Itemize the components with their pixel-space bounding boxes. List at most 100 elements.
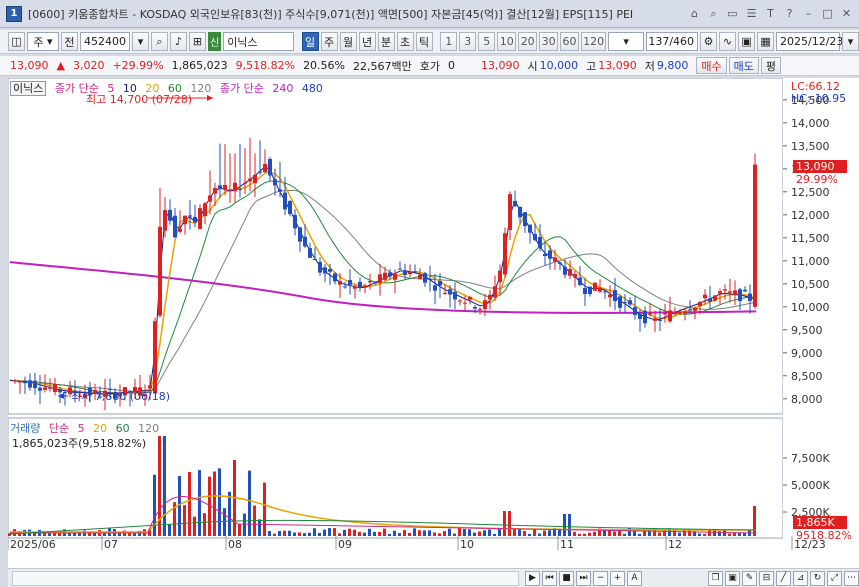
candle-body	[623, 302, 627, 304]
code-dropdown-icon[interactable]: ▾	[131, 32, 149, 51]
capture-icon[interactable]: ▣	[725, 570, 740, 586]
volume-bar	[378, 532, 381, 536]
price-volume-chart[interactable]: 14,50014,00013,50013,00012,50012,00011,5…	[8, 78, 859, 568]
candle-body	[748, 293, 752, 301]
candle-body	[43, 387, 47, 390]
line-tool-icon[interactable]: ╱	[776, 570, 791, 586]
sound-icon[interactable]: ♪	[169, 32, 187, 51]
ruler-icon[interactable]: ⊟	[759, 570, 774, 586]
x-label: 12	[668, 538, 682, 551]
home-icon[interactable]: ⌂	[686, 5, 703, 22]
window-number[interactable]: 1	[6, 5, 22, 22]
restore-icon[interactable]: ▭	[724, 5, 741, 22]
copy-icon[interactable]: ❐	[708, 570, 723, 586]
interval-10[interactable]: 10	[497, 32, 517, 51]
candle-body	[533, 234, 537, 241]
link-icon[interactable]: ⌕	[705, 5, 722, 22]
candle-body	[283, 192, 287, 210]
period-month[interactable]: 월	[339, 32, 357, 51]
maximize-icon[interactable]: □	[819, 5, 836, 22]
market-select[interactable]: 주 ▾	[27, 32, 59, 51]
candle-body	[578, 277, 582, 285]
volume-bar	[433, 532, 436, 536]
volume-bar	[303, 533, 306, 536]
volume-bar	[723, 530, 726, 536]
candle-body	[468, 297, 472, 300]
candle-body	[183, 215, 187, 225]
volume-bar	[313, 528, 316, 536]
candle-body	[473, 307, 477, 309]
zoom-out-icon[interactable]: −	[593, 570, 608, 586]
chart-type-icon[interactable]: ∿	[719, 32, 737, 51]
date-dropdown-icon[interactable]: ▾	[842, 32, 859, 51]
close-icon[interactable]: ✕	[838, 5, 855, 22]
window-title: [0600] 키움종합차트 - KOSDAQ 외국인보유[83(천)] 주식수[…	[28, 7, 634, 21]
chart-area[interactable]: 14,50014,00013,50013,00012,50012,00011,5…	[8, 78, 859, 587]
candle-body	[63, 392, 67, 394]
interval-30[interactable]: 30	[539, 32, 559, 51]
interval-dropdown[interactable]: ▾	[608, 32, 645, 51]
search-icon[interactable]: ⌕	[150, 32, 168, 51]
expand-icon[interactable]: ⤢	[827, 570, 842, 586]
options-icon[interactable]: ⋯	[844, 570, 859, 586]
text-icon[interactable]: T	[762, 5, 779, 22]
period-second[interactable]: 초	[396, 32, 414, 51]
volume-bar	[698, 533, 701, 536]
volume-bar	[228, 491, 231, 536]
period-minute[interactable]: 분	[377, 32, 395, 51]
volume-bar	[408, 532, 411, 536]
period-year[interactable]: 년	[358, 32, 376, 51]
stop-icon[interactable]: ■	[559, 570, 574, 586]
eval-button[interactable]: 평	[760, 57, 781, 74]
y-tick-label: 9,000	[791, 347, 823, 360]
volume-bar	[358, 531, 361, 536]
layout-icon[interactable]: ◫	[8, 32, 25, 51]
market-type-button[interactable]: 전	[60, 32, 78, 51]
text-size-icon[interactable]: A	[627, 570, 642, 586]
interval-5[interactable]: 5	[478, 32, 496, 51]
period-week[interactable]: 주	[320, 32, 338, 51]
stock-name-tag: 이닉스	[10, 81, 47, 96]
horizontal-scrollbar[interactable]	[12, 570, 519, 586]
draw-icon[interactable]: ✎	[742, 570, 757, 586]
menu-icon[interactable]: ☰	[743, 5, 760, 22]
grid-icon[interactable]: ⊞	[188, 32, 206, 51]
count-field[interactable]: 137/460	[646, 32, 699, 51]
zoom-in-icon[interactable]: +	[610, 570, 625, 586]
candle-body	[218, 185, 222, 189]
candle-body	[728, 291, 732, 293]
candle-body	[673, 312, 677, 315]
candle-body	[153, 321, 157, 394]
last-icon[interactable]: ⏭	[576, 570, 591, 586]
price-value: 13,090	[10, 59, 49, 72]
minimize-icon[interactable]: –	[800, 5, 817, 22]
first-icon[interactable]: ⏮	[542, 570, 557, 586]
buy-button[interactable]: 매수	[696, 57, 727, 74]
interval-60[interactable]: 60	[560, 32, 579, 51]
candle-body	[243, 182, 247, 184]
interval-3[interactable]: 3	[459, 32, 477, 51]
period-tick[interactable]: 틱	[415, 32, 433, 51]
help-icon[interactable]: ?	[781, 5, 798, 22]
scroll-right-icon[interactable]: ▶	[525, 570, 540, 586]
candle-body	[223, 184, 227, 190]
candle-body	[278, 189, 282, 192]
refresh-icon[interactable]: ↻	[810, 570, 825, 586]
date-field[interactable]: 2025/12/23	[776, 32, 843, 51]
current-pct-tag: 29.99%	[796, 173, 838, 186]
interval-20[interactable]: 20	[518, 32, 538, 51]
period-day[interactable]: 일	[301, 32, 319, 51]
interval-120[interactable]: 120	[580, 32, 607, 51]
measure-icon[interactable]: ⊿	[793, 570, 808, 586]
sell-button[interactable]: 매도	[728, 57, 759, 74]
vol-tick-label: 7,500K	[791, 452, 830, 465]
ma-240-label: 240	[272, 82, 294, 95]
save-icon[interactable]: ▣	[738, 32, 756, 51]
stock-name-field[interactable]: 이닉스	[223, 32, 294, 51]
code-input[interactable]: 452400	[79, 32, 130, 51]
candle-body	[488, 294, 492, 300]
settings-icon[interactable]: ⚙	[700, 32, 718, 51]
interval-1[interactable]: 1	[440, 32, 458, 51]
calendar-icon[interactable]: ▦	[757, 32, 775, 51]
candle-body	[343, 286, 347, 288]
